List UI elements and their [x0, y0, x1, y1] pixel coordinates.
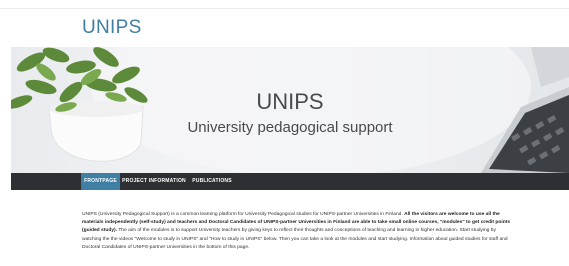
- nav-item-project-information[interactable]: PROJECT INFORMATION: [121, 173, 187, 190]
- intro-paragraph: UNIPS (University Pedagogical Support) i…: [82, 211, 512, 252]
- hero-banner: UNIPS University pedagogical support: [11, 47, 569, 173]
- hero-subtitle: University pedagogical support: [187, 119, 393, 136]
- nav-item-frontpage[interactable]: FRONTPAGE: [81, 173, 120, 190]
- nav-item-publications[interactable]: PUBLICATIONS: [188, 173, 236, 190]
- page: UNIPS UNIPS University pedagogical suppo…: [0, 0, 569, 266]
- hero-title: UNIPS: [256, 89, 324, 114]
- intro-text-2: The aim of the modules is to support Uni…: [82, 228, 508, 250]
- main-navigation: FRONTPAGE PROJECT INFORMATION PUBLICATIO…: [11, 173, 569, 190]
- intro-text-1: UNIPS (University Pedagogical Support) i…: [82, 212, 405, 217]
- site-logo[interactable]: UNIPS: [82, 17, 142, 39]
- top-divider: [0, 8, 569, 9]
